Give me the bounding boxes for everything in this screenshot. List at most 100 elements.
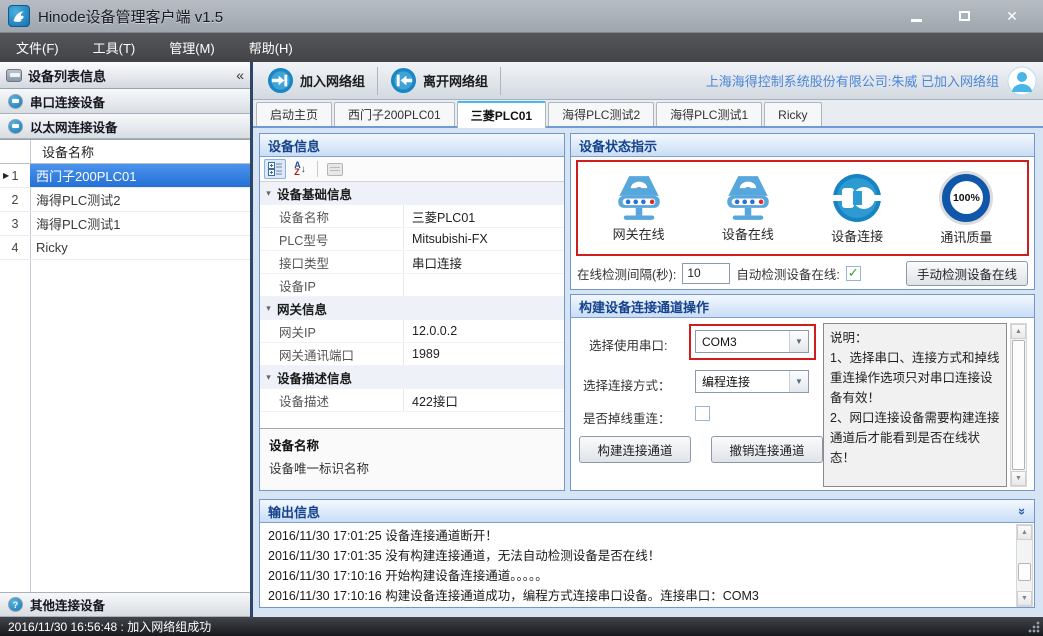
menu-file[interactable]: 文件(F) (6, 34, 69, 61)
resize-grip[interactable] (1028, 621, 1040, 633)
device-router-icon (719, 174, 777, 222)
property-label: 网关通讯端口 (277, 343, 404, 365)
category-row-description[interactable]: 设备描述信息 (260, 366, 564, 389)
categorized-view-button[interactable] (264, 159, 286, 179)
az-sort-icon (294, 162, 306, 176)
tab-home[interactable]: 启动主页 (256, 102, 332, 126)
connect-mode-value: 编程连接 (696, 373, 789, 390)
auto-detect-label: 自动检测设备在线: (736, 264, 839, 283)
category-row-basic[interactable]: 设备基础信息 (260, 182, 564, 205)
tab-ricky[interactable]: Ricky (764, 102, 821, 126)
row-selector-cell: 2 (0, 188, 30, 211)
tab-hite-plc-test1[interactable]: 海得PLC测试1 (656, 102, 762, 126)
device-list-sidebar: 设备列表信息 串口连接设备 以太网连接设备 设备名称 1 西门子200PLC01… (0, 62, 253, 617)
property-row[interactable]: 设备IP (260, 274, 564, 297)
property-pages-button[interactable] (324, 159, 346, 179)
table-row[interactable]: 1 西门子200PLC01 (0, 164, 250, 188)
sidebar-title: 设备列表信息 (28, 66, 106, 85)
table-row[interactable]: 4 Ricky (0, 236, 250, 260)
property-row[interactable]: 网关IP 12.0.0.2 (260, 320, 564, 343)
gateway-router-icon (610, 174, 668, 222)
auto-detect-checkbox[interactable] (846, 266, 861, 281)
close-button[interactable] (999, 7, 1025, 25)
network-toolbar: 加入网络组 离开网络组 上海海得控制系统股份有限公司:朱威 已加入网络组 (253, 62, 1043, 100)
manual-detect-button[interactable]: 手动检测设备在线 (906, 261, 1028, 286)
output-header: 输出信息 (260, 500, 1034, 523)
build-channel-button[interactable]: 构建连接通道 (579, 436, 691, 463)
document-tabs: 启动主页 西门子200PLC01 三菱PLC01 海得PLC测试2 海得PLC测… (253, 100, 1043, 128)
property-row[interactable]: 网关通讯端口 1989 (260, 343, 564, 366)
log-line: 2016/11/30 17:10:16 开始构建设备连接通道。。。。。 (268, 566, 1026, 586)
indicator-gateway-online: 网关在线 (591, 174, 687, 243)
category-row-gateway[interactable]: 网关信息 (260, 297, 564, 320)
property-value[interactable]: 1989 (404, 347, 564, 361)
device-name-cell[interactable]: 海得PLC测试1 (30, 212, 250, 235)
sidebar-group-ethernet[interactable]: 以太网连接设备 (0, 114, 250, 139)
interval-input[interactable] (682, 263, 730, 284)
scrollbar-thumb[interactable] (1012, 340, 1025, 470)
instructions-box: 说明： 1、选择串口、连接方式和掉线重连操作选项只对串口连接设备有效！ 2、网口… (823, 323, 1007, 487)
interval-label: 在线检测间隔(秒): (577, 264, 676, 283)
sidebar-group-other[interactable]: 其他连接设备 (0, 592, 250, 617)
join-network-button[interactable]: 加入网络组 (259, 64, 373, 97)
output-scrollbar[interactable] (1016, 524, 1033, 607)
row-selector-cell: 3 (0, 212, 30, 235)
instructions-line: 2、网口连接设备需要构建连接通道后才能看到是否在线状态！ (830, 408, 1000, 468)
table-row[interactable]: 3 海得PLC测试1 (0, 212, 250, 236)
scroll-up-icon[interactable] (1011, 324, 1026, 339)
column-header-device-name: 设备名称 (0, 140, 94, 163)
property-row[interactable]: 接口类型 串口连接 (260, 251, 564, 274)
channel-operations-panel: 构建设备连接通道操作 选择使用串口: COM3 选择连接方式： 编程连接 是否掉… (570, 294, 1035, 491)
revoke-channel-button[interactable]: 撤销连接通道 (711, 436, 823, 463)
window-title: Hinode设备管理客户端 v1.5 (38, 6, 223, 27)
collapse-output-icon[interactable] (1015, 507, 1030, 514)
serial-port-combobox[interactable]: COM3 (695, 330, 809, 353)
property-row[interactable]: PLC型号 Mitsubishi-FX (260, 228, 564, 251)
tab-siemens200plc01[interactable]: 西门子200PLC01 (334, 102, 455, 126)
scroll-down-icon[interactable] (1017, 591, 1032, 606)
property-label: 设备IP (277, 274, 404, 296)
menu-manage[interactable]: 管理(M) (159, 34, 225, 61)
other-device-icon (8, 597, 23, 612)
output-panel: 输出信息 2016/11/30 17:01:25 设备连接通道断开！ 2016/… (259, 499, 1035, 608)
table-row[interactable]: 2 海得PLC测试2 (0, 188, 250, 212)
leave-network-button[interactable]: 离开网络组 (382, 64, 496, 97)
scroll-up-icon[interactable] (1017, 525, 1032, 540)
property-value[interactable]: 12.0.0.2 (404, 324, 564, 338)
device-name-cell[interactable]: 西门子200PLC01 (30, 164, 250, 187)
user-avatar-icon[interactable] (1007, 66, 1037, 96)
minimize-button[interactable] (903, 7, 929, 25)
status-bar-text: 2016/11/30 16:56:48 : 加入网络组成功 (8, 618, 211, 635)
instructions-scrollbar[interactable] (1010, 323, 1027, 487)
scrollbar-thumb[interactable] (1018, 563, 1031, 581)
sidebar-group-serial[interactable]: 串口连接设备 (0, 89, 250, 114)
menu-tools[interactable]: 工具(T) (83, 34, 146, 61)
maximize-button[interactable] (951, 7, 977, 25)
property-value[interactable]: Mitsubishi-FX (404, 232, 564, 246)
maximize-icon (959, 11, 970, 21)
reconnect-checkbox[interactable] (695, 406, 710, 421)
user-network-status: 上海海得控制系统股份有限公司:朱威 已加入网络组 (706, 71, 999, 90)
property-row[interactable]: 设备描述 422接口 (260, 389, 564, 412)
alphabetical-sort-button[interactable] (289, 159, 311, 179)
property-value[interactable]: 串口连接 (404, 253, 564, 272)
property-value[interactable]: 三菱PLC01 (404, 207, 564, 226)
device-name-cell[interactable]: 海得PLC测试2 (30, 188, 250, 211)
scroll-down-icon[interactable] (1011, 471, 1026, 486)
channel-operations-header: 构建设备连接通道操作 (571, 295, 1034, 318)
tab-hite-plc-test2[interactable]: 海得PLC测试2 (548, 102, 654, 126)
tab-mitsubishiplc01[interactable]: 三菱PLC01 (457, 101, 546, 128)
property-row[interactable]: 设备名称 三菱PLC01 (260, 205, 564, 228)
property-label: 设备描述 (277, 389, 404, 411)
device-info-header: 设备信息 (260, 134, 564, 157)
property-value[interactable]: 422接口 (404, 391, 564, 410)
menu-help[interactable]: 帮助(H) (239, 34, 303, 61)
collapse-sidebar-icon[interactable] (236, 67, 244, 83)
leave-network-icon (390, 67, 417, 94)
device-name-cell[interactable]: Ricky (30, 236, 250, 259)
property-label: PLC型号 (277, 228, 404, 250)
row-selector-cell: 4 (0, 236, 30, 259)
property-label: 网关IP (277, 320, 404, 342)
device-list-icon (6, 69, 22, 82)
connect-mode-combobox[interactable]: 编程连接 (695, 370, 809, 393)
